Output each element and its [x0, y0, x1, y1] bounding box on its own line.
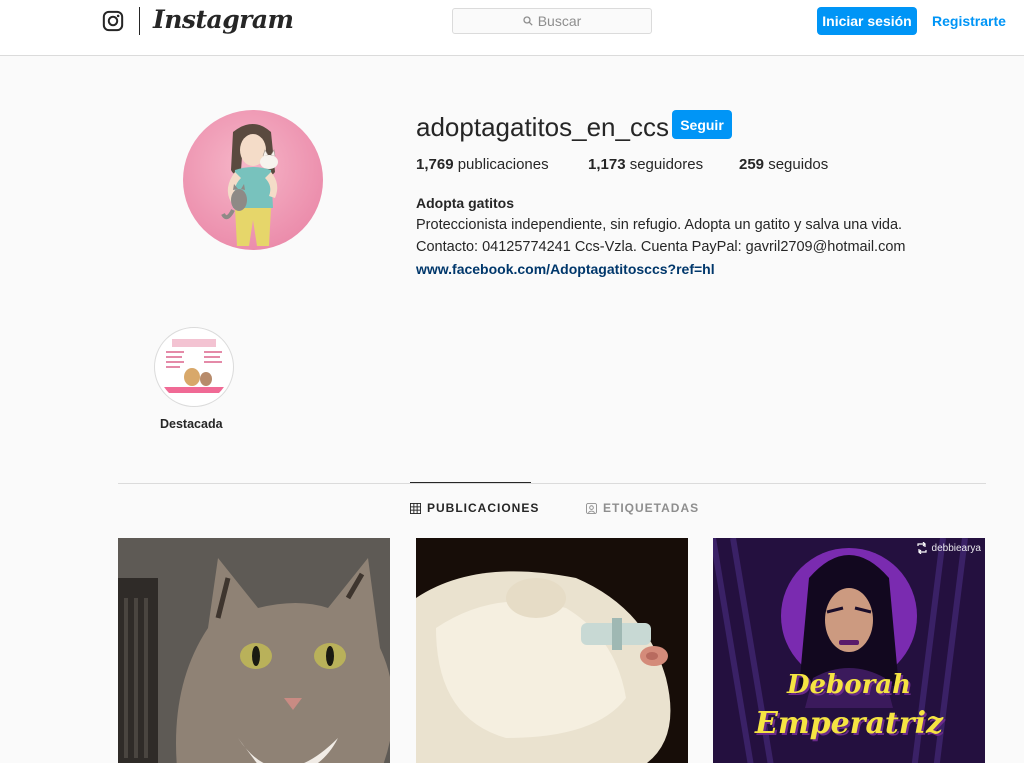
repost-tag: debbiearya: [916, 542, 981, 554]
stat-following[interactable]: 259 seguidos: [739, 156, 828, 173]
follow-button[interactable]: Seguir: [672, 110, 732, 139]
tab-active-indicator: [410, 482, 531, 483]
tabs-divider: [118, 483, 986, 484]
posts-label: publicaciones: [457, 156, 549, 173]
stat-followers[interactable]: 1,173 seguidores: [588, 156, 739, 173]
post-thumbnail-1[interactable]: [118, 538, 390, 763]
instagram-wordmark[interactable]: Instagram: [153, 5, 294, 34]
tab-posts[interactable]: PUBLICACIONES: [410, 501, 539, 515]
top-nav: Instagram Buscar Iniciar sesión Registra…: [0, 0, 1024, 56]
cat-photo-1: [118, 538, 390, 763]
avatar-illustration: [221, 124, 278, 246]
cat-photo-2: [416, 538, 688, 763]
highlight-thumbnail[interactable]: [158, 331, 230, 403]
poster-title-line1: Deborah: [786, 670, 912, 700]
bio-line-1: Proteccionista independiente, sin refugi…: [416, 217, 903, 233]
tab-tagged-label: ETIQUETADAS: [603, 501, 700, 515]
register-link[interactable]: Registrarte: [932, 13, 1006, 29]
followers-label: seguidores: [629, 156, 704, 173]
repost-username: debbiearya: [931, 542, 981, 554]
highlight-graphic: [158, 331, 230, 403]
posts-count: 1,769: [416, 156, 454, 173]
login-button[interactable]: Iniciar sesión: [817, 7, 917, 35]
profile-stats: 1,769 publicaciones 1,173 seguidores 259…: [416, 156, 828, 173]
tag-user-icon: [586, 502, 597, 514]
nav-divider: [139, 7, 140, 35]
tab-tagged[interactable]: ETIQUETADAS: [586, 501, 699, 515]
repost-icon: [916, 542, 927, 554]
tab-posts-label: PUBLICACIONES: [427, 501, 540, 515]
following-count: 259: [739, 156, 765, 173]
highlight-label: Destacada: [160, 417, 223, 431]
following-label: seguidos: [768, 156, 829, 173]
profile-avatar[interactable]: [183, 110, 323, 250]
profile-username: adoptagatitos_en_ccs: [416, 112, 669, 142]
search-placeholder: Buscar: [537, 13, 582, 29]
followers-count: 1,173: [588, 156, 626, 173]
instagram-glyph-icon[interactable]: [102, 10, 124, 32]
poster-title-line2: Emperatriz: [754, 706, 943, 741]
bio-name: Adopta gatitos: [416, 195, 514, 211]
post-thumbnail-3[interactable]: debbiearya Deborah Emperatriz: [713, 538, 985, 763]
grid-icon: [410, 502, 421, 514]
bio-link[interactable]: www.facebook.com/Adoptagatitosccs?ref=hl: [416, 261, 715, 277]
stat-posts: 1,769 publicaciones: [416, 156, 588, 173]
search-input[interactable]: Buscar: [452, 8, 652, 34]
bio-line-2: Contacto: 04125774241 Ccs-Vzla. Cuenta P…: [416, 239, 906, 255]
post-thumbnail-2[interactable]: [416, 538, 688, 763]
search-icon: [523, 16, 533, 26]
